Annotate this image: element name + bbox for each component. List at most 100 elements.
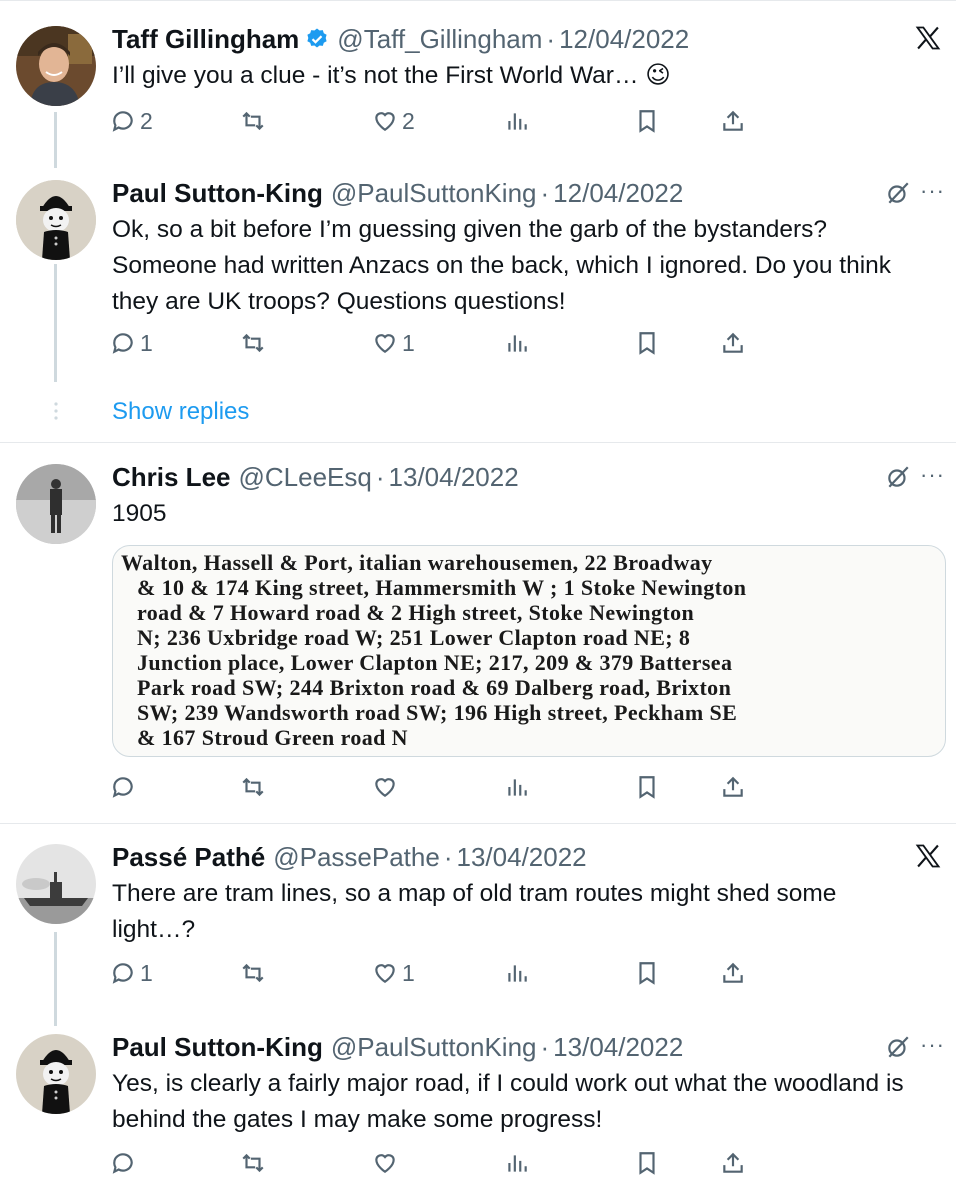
more-options-button[interactable]: ···	[920, 178, 945, 204]
views-button[interactable]	[504, 326, 530, 360]
attached-image[interactable]: Walton, Hassell & Port, italian warehous…	[112, 545, 946, 757]
repost-button[interactable]	[240, 326, 266, 360]
divider	[0, 442, 956, 443]
views-button[interactable]	[504, 104, 530, 138]
tweet-text: There are tram lines, so a map of old tr…	[112, 880, 837, 943]
tweet-text: I’ll give you a clue - it’s not the Firs…	[112, 62, 671, 89]
repost-button[interactable]	[240, 956, 266, 990]
analytics-icon	[508, 1155, 527, 1172]
repost-icon	[242, 333, 264, 353]
reply-button[interactable]: 2	[110, 104, 153, 138]
share-button[interactable]	[720, 770, 746, 804]
bookmark-button[interactable]	[634, 956, 660, 990]
tweet-header: Paul Sutton-King @PaulSuttonKing · 12/04…	[112, 176, 683, 210]
repost-icon	[242, 777, 264, 797]
action-bar: 2 2	[110, 104, 830, 138]
bookmark-button[interactable]	[634, 770, 660, 804]
share-button[interactable]	[720, 104, 746, 138]
views-button[interactable]	[504, 770, 530, 804]
like-count: 2	[402, 107, 415, 134]
bookmark-icon	[639, 332, 655, 355]
display-name[interactable]: Paul Sutton-King	[112, 1032, 323, 1063]
handle[interactable]: @PaulSuttonKing	[331, 1032, 537, 1063]
tweet-text: Yes, is clearly a fairly major road, if …	[112, 1070, 904, 1133]
analytics-icon	[508, 965, 527, 982]
reply-button[interactable]: 1	[110, 326, 153, 360]
action-bar	[110, 770, 830, 804]
heart-icon	[375, 964, 395, 983]
tweet-header: Taff Gillingham @Taff_Gillingham · 12/04…	[112, 22, 689, 56]
timestamp[interactable]: 12/04/2022	[559, 24, 689, 55]
share-icon	[723, 1152, 743, 1173]
like-button[interactable]: 2	[372, 104, 415, 138]
grok-icon[interactable]	[885, 464, 913, 492]
clipping-line: N; 236 Uxbridge road W; 251 Lower Clapto…	[137, 625, 691, 650]
bookmark-button[interactable]	[634, 1146, 660, 1180]
avatar[interactable]	[16, 1034, 96, 1114]
repost-button[interactable]	[240, 1146, 266, 1180]
avatar[interactable]	[16, 844, 96, 924]
repost-button[interactable]	[240, 104, 266, 138]
repost-button[interactable]	[240, 770, 266, 804]
display-name[interactable]: Paul Sutton-King	[112, 178, 323, 209]
handle[interactable]: @Taff_Gillingham	[337, 24, 542, 55]
like-button[interactable]	[372, 1146, 402, 1180]
divider	[0, 0, 956, 1]
timestamp[interactable]: 13/04/2022	[457, 842, 587, 873]
action-bar: 1 1	[110, 326, 830, 360]
like-button[interactable]: 1	[372, 956, 415, 990]
clipping-line: SW; 239 Wandsworth road SW; 196 High str…	[137, 700, 738, 725]
timestamp[interactable]: 13/04/2022	[553, 1032, 683, 1063]
like-button[interactable]	[372, 770, 402, 804]
display-name[interactable]: Chris Lee	[112, 462, 231, 493]
avatar[interactable]	[16, 464, 96, 544]
views-button[interactable]	[504, 956, 530, 990]
more-options-button[interactable]: ···	[920, 1032, 945, 1058]
display-name[interactable]: Taff Gillingham	[112, 24, 299, 55]
grok-icon[interactable]	[885, 180, 913, 208]
tweet[interactable]: Paul Sutton-King @PaulSuttonKing · 12/04…	[0, 176, 956, 396]
tweet[interactable]: Passé Pathé @PassePathe · 13/04/2022 The…	[0, 840, 956, 1000]
analytics-icon	[508, 113, 527, 130]
grok-icon[interactable]	[885, 1034, 913, 1062]
handle[interactable]: @PassePathe	[273, 842, 440, 873]
reply-button[interactable]: 1	[110, 956, 153, 990]
reply-button[interactable]	[110, 1146, 140, 1180]
tweet-text: 1905	[112, 500, 167, 527]
clipping-line: Junction place, Lower Clapton NE; 217, 2…	[137, 650, 733, 675]
share-button[interactable]	[720, 326, 746, 360]
clipping-line: Park road SW; 244 Brixton road & 69 Dalb…	[137, 675, 732, 700]
reply-icon	[112, 777, 133, 798]
tweet[interactable]: Taff Gillingham @Taff_Gillingham · 12/04…	[0, 22, 956, 142]
bookmark-button[interactable]	[634, 326, 660, 360]
like-count: 1	[402, 329, 415, 356]
handle[interactable]: @CLeeEsq	[239, 462, 372, 493]
like-count: 1	[402, 959, 415, 986]
more-options-button[interactable]: ···	[920, 462, 945, 488]
reply-button[interactable]	[110, 770, 140, 804]
bookmark-icon	[639, 776, 655, 799]
avatar[interactable]	[16, 180, 96, 260]
timestamp[interactable]: 12/04/2022	[553, 178, 683, 209]
tweet-header: Passé Pathé @PassePathe · 13/04/2022	[112, 840, 587, 874]
reply-icon	[112, 111, 133, 132]
avatar[interactable]	[16, 26, 96, 106]
share-button[interactable]	[720, 956, 746, 990]
reply-count: 1	[140, 329, 153, 356]
clipping-line: road & 7 Howard road & 2 High street, St…	[137, 600, 695, 625]
timestamp[interactable]: 13/04/2022	[389, 462, 519, 493]
analytics-icon	[508, 335, 527, 352]
reply-icon	[112, 1153, 133, 1174]
like-button[interactable]: 1	[372, 326, 415, 360]
handle[interactable]: @PaulSuttonKing	[331, 178, 537, 209]
show-replies-link[interactable]: Show replies	[112, 398, 249, 426]
tweet[interactable]: Paul Sutton-King @PaulSuttonKing · 13/04…	[0, 1030, 956, 1195]
tweet-text: Ok, so a bit before I’m guessing given t…	[112, 216, 892, 315]
display-name[interactable]: Passé Pathé	[112, 842, 265, 873]
views-button[interactable]	[504, 1146, 530, 1180]
bookmark-icon	[639, 110, 655, 133]
share-icon	[723, 962, 743, 983]
tweet-header: Paul Sutton-King @PaulSuttonKing · 13/04…	[112, 1030, 683, 1064]
share-button[interactable]	[720, 1146, 746, 1180]
bookmark-button[interactable]	[634, 104, 660, 138]
